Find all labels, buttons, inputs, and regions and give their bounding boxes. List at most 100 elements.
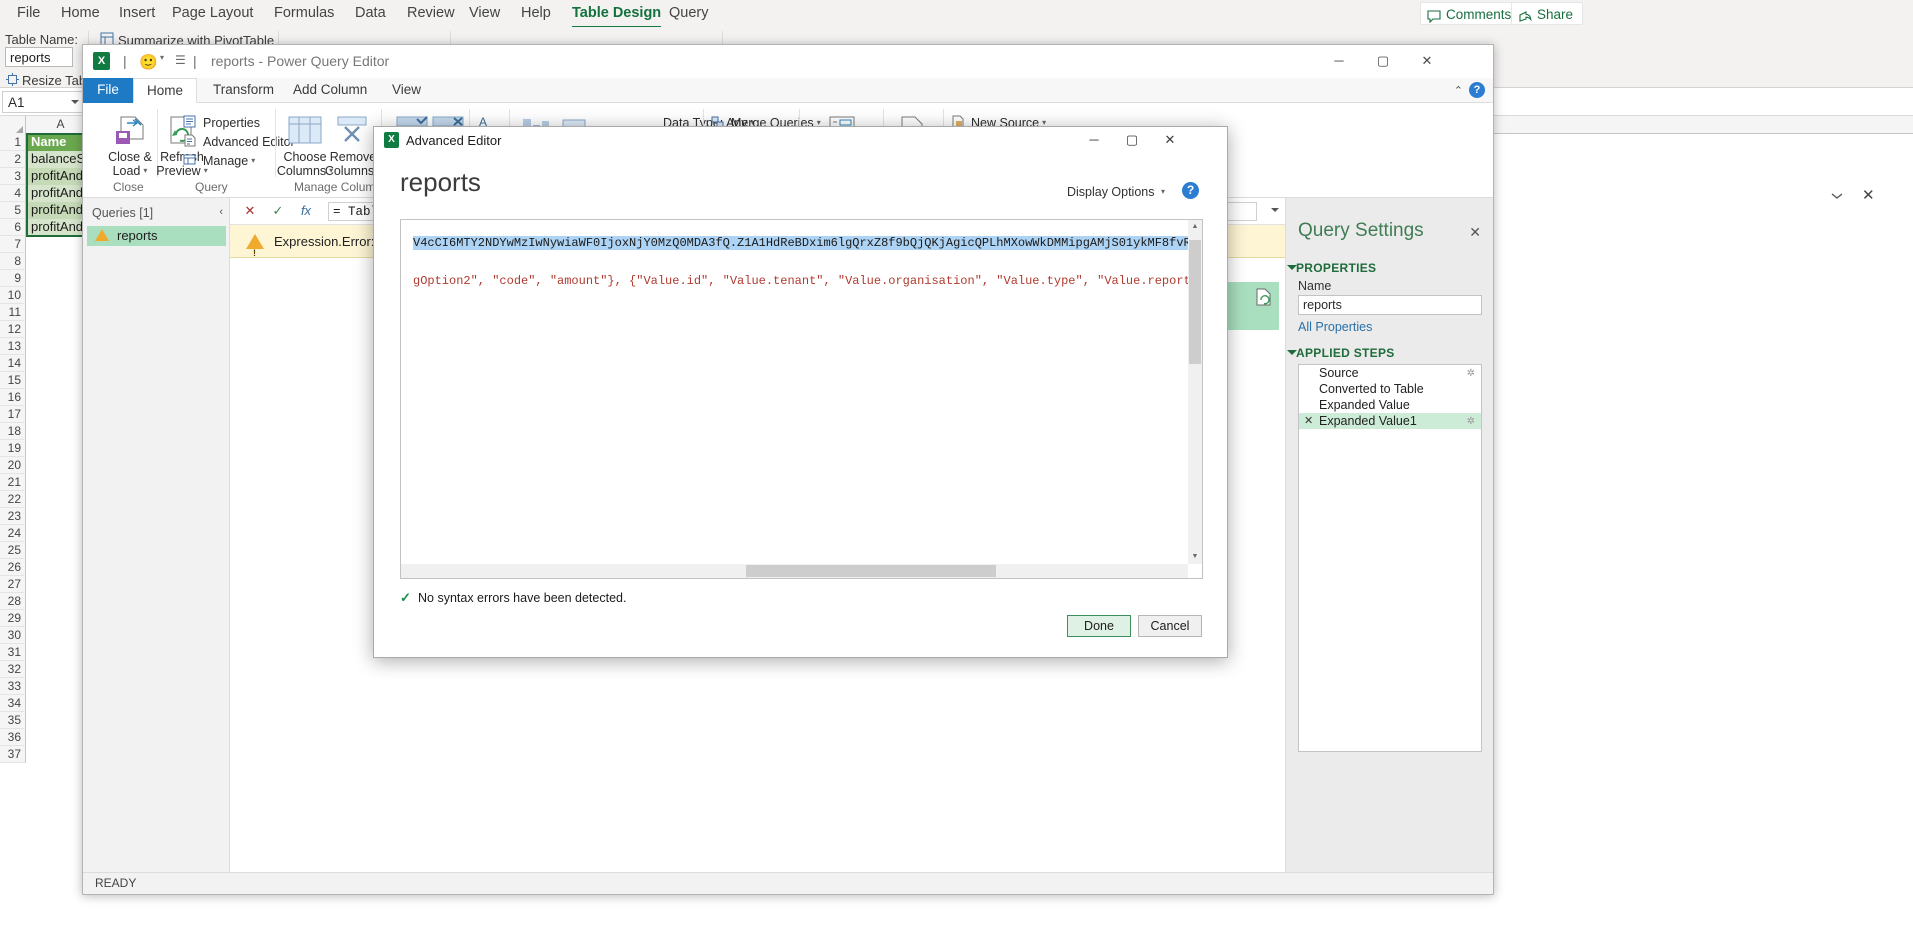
name-box[interactable]: A1	[2, 91, 84, 113]
excel-tab-page-layout[interactable]: Page Layout	[163, 2, 262, 26]
pq-help-icon[interactable]: ?	[1469, 82, 1485, 98]
chevron-down-icon[interactable]: ▾	[160, 53, 164, 62]
row-header[interactable]: 2	[0, 151, 26, 168]
applied-step-expanded-value[interactable]: Expanded Value	[1299, 397, 1481, 413]
row-header[interactable]: 14	[0, 355, 26, 372]
excel-tab-view[interactable]: View	[460, 2, 509, 26]
row-header[interactable]: 22	[0, 491, 26, 508]
cancel-button[interactable]: Cancel	[1138, 615, 1202, 637]
row-header[interactable]: 30	[0, 627, 26, 644]
comments-button[interactable]: Comments	[1420, 2, 1522, 25]
gear-icon[interactable]: ✲	[1467, 366, 1475, 382]
pq-tab-view[interactable]: View	[379, 78, 434, 103]
share-button[interactable]: Share	[1511, 2, 1584, 25]
emoji-feedback-icon[interactable]: 🙂	[139, 53, 158, 71]
row-header[interactable]: 32	[0, 661, 26, 678]
row-header[interactable]: 18	[0, 423, 26, 440]
display-options-button[interactable]: Display Options ▾	[1067, 185, 1165, 199]
row-header[interactable]: 20	[0, 457, 26, 474]
pq-tab-home[interactable]: Home	[133, 78, 198, 103]
advanced-editor-button[interactable]: Advanced Editor	[183, 135, 295, 149]
query-properties-button[interactable]: Properties	[183, 116, 260, 130]
code-horizontal-scrollbar[interactable]	[401, 564, 1188, 578]
row-header[interactable]: 17	[0, 406, 26, 423]
row-header[interactable]: 12	[0, 321, 26, 338]
advanced-editor-code-area[interactable]: V4cCI6MTY2NDYwMzIwNywiaWF0IjoxNjY0MzQ0MD…	[400, 219, 1203, 579]
row-header[interactable]: 11	[0, 304, 26, 321]
vertical-scrollbar-thumb[interactable]	[1189, 240, 1201, 364]
pq-minimize-button[interactable]: ─	[1317, 45, 1361, 77]
table-name-input[interactable]: reports	[5, 47, 73, 67]
query-list-item-reports[interactable]: reports	[87, 226, 226, 246]
row-header[interactable]: 35	[0, 712, 26, 729]
pq-close-button[interactable]: ✕	[1405, 45, 1449, 77]
pq-tab-transform[interactable]: Transform	[200, 78, 287, 103]
advanced-editor-title-bar[interactable]: X Advanced Editor ─ ▢ ✕	[374, 127, 1227, 153]
pq-tab-add-column[interactable]: Add Column	[280, 78, 380, 103]
chevron-down-icon[interactable]: ▾	[143, 166, 147, 175]
chevron-down-icon[interactable]: ▾	[1161, 187, 1165, 196]
applied-steps-section-header[interactable]: APPLIED STEPS	[1287, 346, 1395, 360]
excel-tab-insert[interactable]: Insert	[110, 2, 164, 26]
row-header[interactable]: 34	[0, 695, 26, 712]
advanced-editor-minimize-button[interactable]: ─	[1075, 127, 1113, 153]
horizontal-scrollbar-thumb[interactable]	[746, 565, 996, 577]
row-header[interactable]: 6	[0, 219, 26, 236]
chevron-down-icon[interactable]	[71, 100, 79, 104]
excel-tab-file[interactable]: File	[8, 2, 49, 26]
applied-step-converted-to-table[interactable]: Converted to Table	[1299, 381, 1481, 397]
delete-step-icon[interactable]: ✕	[1304, 413, 1313, 429]
query-name-input[interactable]: reports	[1298, 295, 1482, 315]
row-header[interactable]: 3	[0, 168, 26, 185]
excel-pane-close-icon[interactable]: ✕	[1862, 186, 1875, 204]
all-properties-link[interactable]: All Properties	[1298, 320, 1372, 334]
collapse-queries-pane-icon[interactable]: ‹	[219, 206, 223, 218]
excel-tab-query[interactable]: Query	[660, 2, 718, 26]
row-header[interactable]: 27	[0, 576, 26, 593]
excel-tab-home[interactable]: Home	[52, 2, 109, 26]
applied-steps-list[interactable]: Source ✲ Converted to Table Expanded Val…	[1298, 364, 1482, 752]
collapse-ribbon-icon[interactable]: ⌃	[1454, 84, 1463, 97]
row-header[interactable]: 13	[0, 338, 26, 355]
row-header[interactable]: 8	[0, 253, 26, 270]
manage-button[interactable]: Manage ▾	[183, 154, 255, 168]
pq-title-bar[interactable]: X | 🙂 ▾ ☰ | reports - Power Query Editor…	[83, 45, 1493, 78]
row-header[interactable]: 36	[0, 729, 26, 746]
code-vertical-scrollbar[interactable]: ▲ ▼	[1188, 220, 1202, 564]
excel-tab-data[interactable]: Data	[346, 2, 395, 26]
insert-step-icon[interactable]: fx	[296, 202, 316, 220]
pq-maximize-button[interactable]: ▢	[1361, 45, 1405, 77]
pq-tab-file[interactable]: File	[83, 78, 133, 103]
select-all-corner[interactable]	[0, 116, 26, 134]
advanced-editor-code-text[interactable]: V4cCI6MTY2NDYwMzIwNywiaWF0IjoxNjY0MzQ0MD…	[401, 220, 1188, 564]
row-header[interactable]: 37	[0, 746, 26, 763]
row-header[interactable]: 21	[0, 474, 26, 491]
advanced-editor-close-button[interactable]: ✕	[1151, 127, 1189, 153]
advanced-editor-help-icon[interactable]: ?	[1182, 182, 1199, 199]
row-header[interactable]: 25	[0, 542, 26, 559]
excel-tab-review[interactable]: Review	[398, 2, 464, 26]
excel-tab-formulas[interactable]: Formulas	[265, 2, 343, 26]
scroll-down-icon[interactable]: ▼	[1188, 550, 1202, 564]
chevron-down-icon[interactable]	[1271, 208, 1279, 212]
row-header[interactable]: 9	[0, 270, 26, 287]
row-header[interactable]: 10	[0, 287, 26, 304]
advanced-editor-maximize-button[interactable]: ▢	[1113, 127, 1151, 153]
query-settings-close-icon[interactable]: ✕	[1469, 224, 1481, 241]
row-header[interactable]: 19	[0, 440, 26, 457]
row-header[interactable]: 28	[0, 593, 26, 610]
gear-icon[interactable]: ✲	[1467, 414, 1475, 430]
row-header[interactable]: 26	[0, 559, 26, 576]
excel-tab-table-design[interactable]: Table Design	[563, 2, 670, 28]
row-header[interactable]: 1	[0, 134, 26, 151]
accept-formula-icon[interactable]: ✓	[268, 202, 288, 220]
chevron-down-icon[interactable]	[1287, 265, 1297, 270]
row-header[interactable]: 5	[0, 202, 26, 219]
row-header[interactable]: 33	[0, 678, 26, 695]
row-header[interactable]: 15	[0, 372, 26, 389]
chevron-down-icon[interactable]	[1287, 350, 1297, 355]
scroll-up-icon[interactable]: ▲	[1188, 220, 1202, 234]
done-button[interactable]: Done	[1067, 615, 1131, 637]
applied-step-source[interactable]: Source ✲	[1299, 365, 1481, 381]
properties-section-header[interactable]: PROPERTIES	[1287, 261, 1376, 275]
